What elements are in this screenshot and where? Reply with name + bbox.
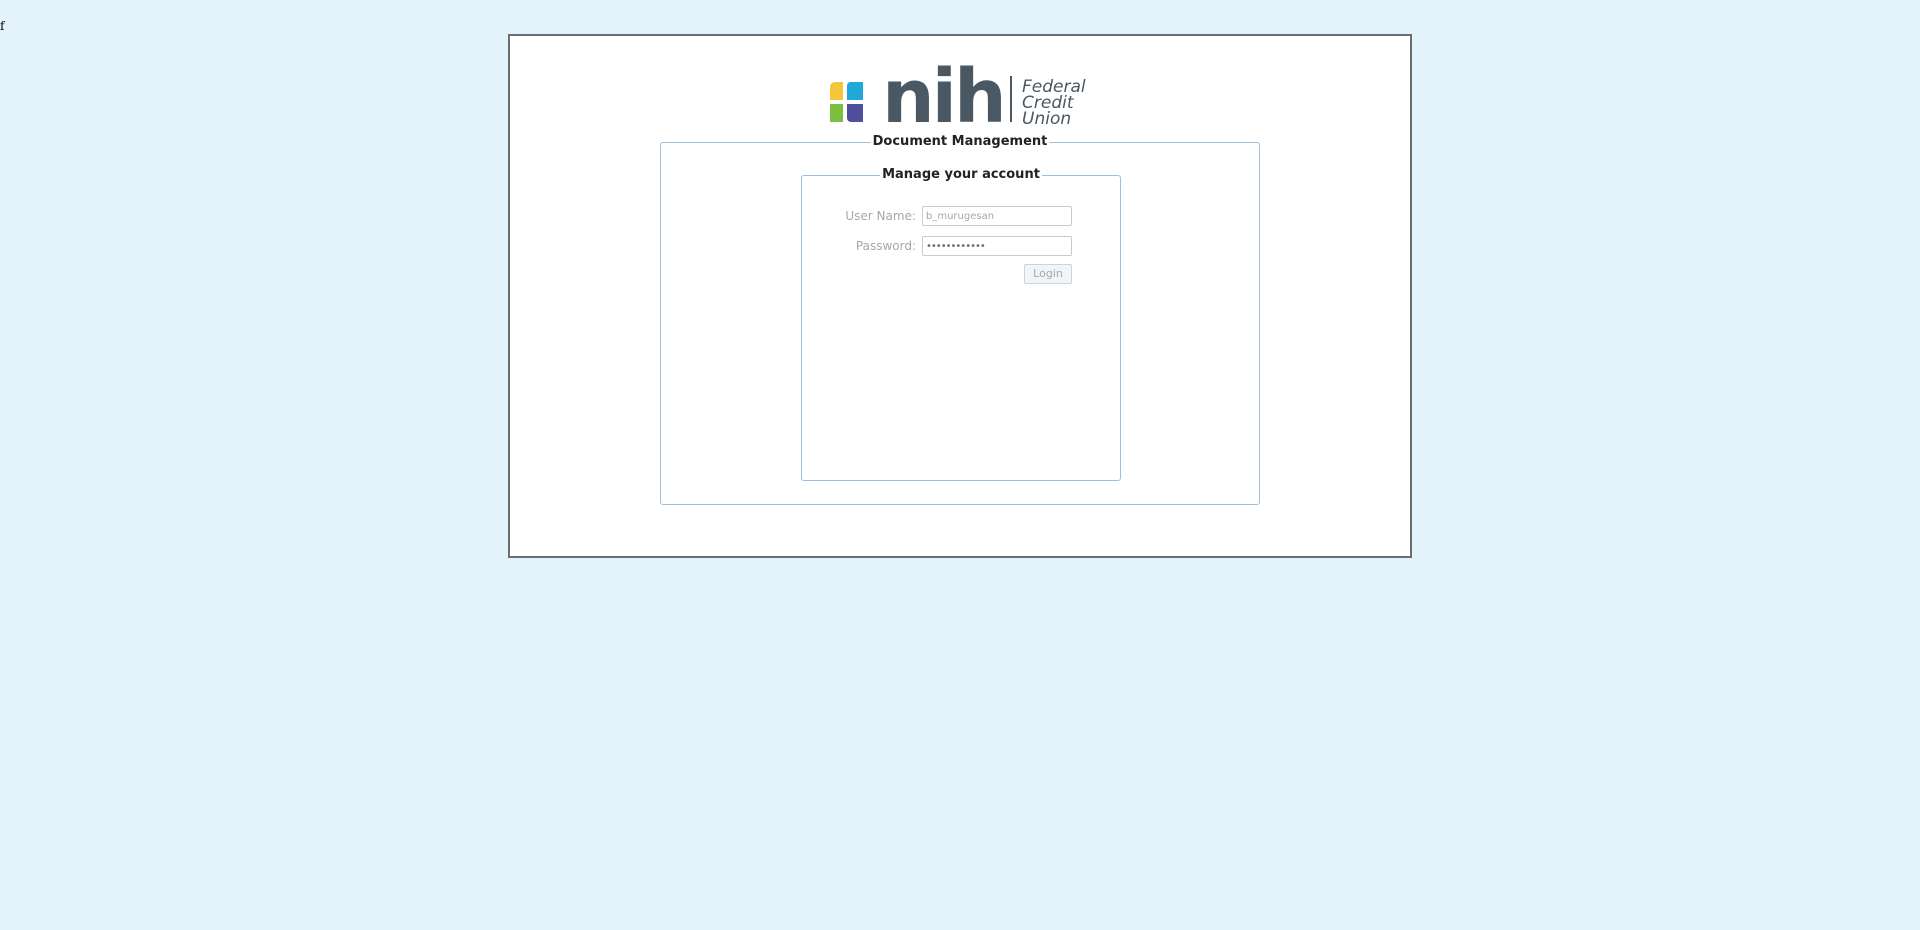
stray-text: f: [0, 19, 5, 33]
nih-fcu-logo: nih Federal Credit Union: [830, 46, 1100, 126]
username-label: User Name:: [845, 209, 916, 223]
password-row: Password: ••••••••••••: [802, 236, 1122, 256]
login-form-title: Manage your account: [880, 167, 1042, 182]
panel-title: Document Management: [870, 134, 1050, 149]
logo-tagline-union: Union: [1022, 109, 1071, 126]
login-form: Manage your account User Name: b_muruges…: [801, 167, 1122, 481]
password-input[interactable]: ••••••••••••: [922, 236, 1072, 256]
logo-wordmark: nih: [882, 54, 1004, 126]
password-label: Password:: [855, 239, 916, 253]
username-input[interactable]: b_murugesan: [922, 206, 1072, 226]
login-button[interactable]: Login: [1024, 264, 1072, 284]
logo-divider: [1010, 76, 1012, 122]
logo-mark-icon: [830, 82, 863, 122]
username-row: User Name: b_murugesan: [802, 206, 1122, 226]
document-management-panel: Document Management Manage your account …: [660, 134, 1260, 505]
main-frame: nih Federal Credit Union Document Manage…: [508, 34, 1412, 558]
